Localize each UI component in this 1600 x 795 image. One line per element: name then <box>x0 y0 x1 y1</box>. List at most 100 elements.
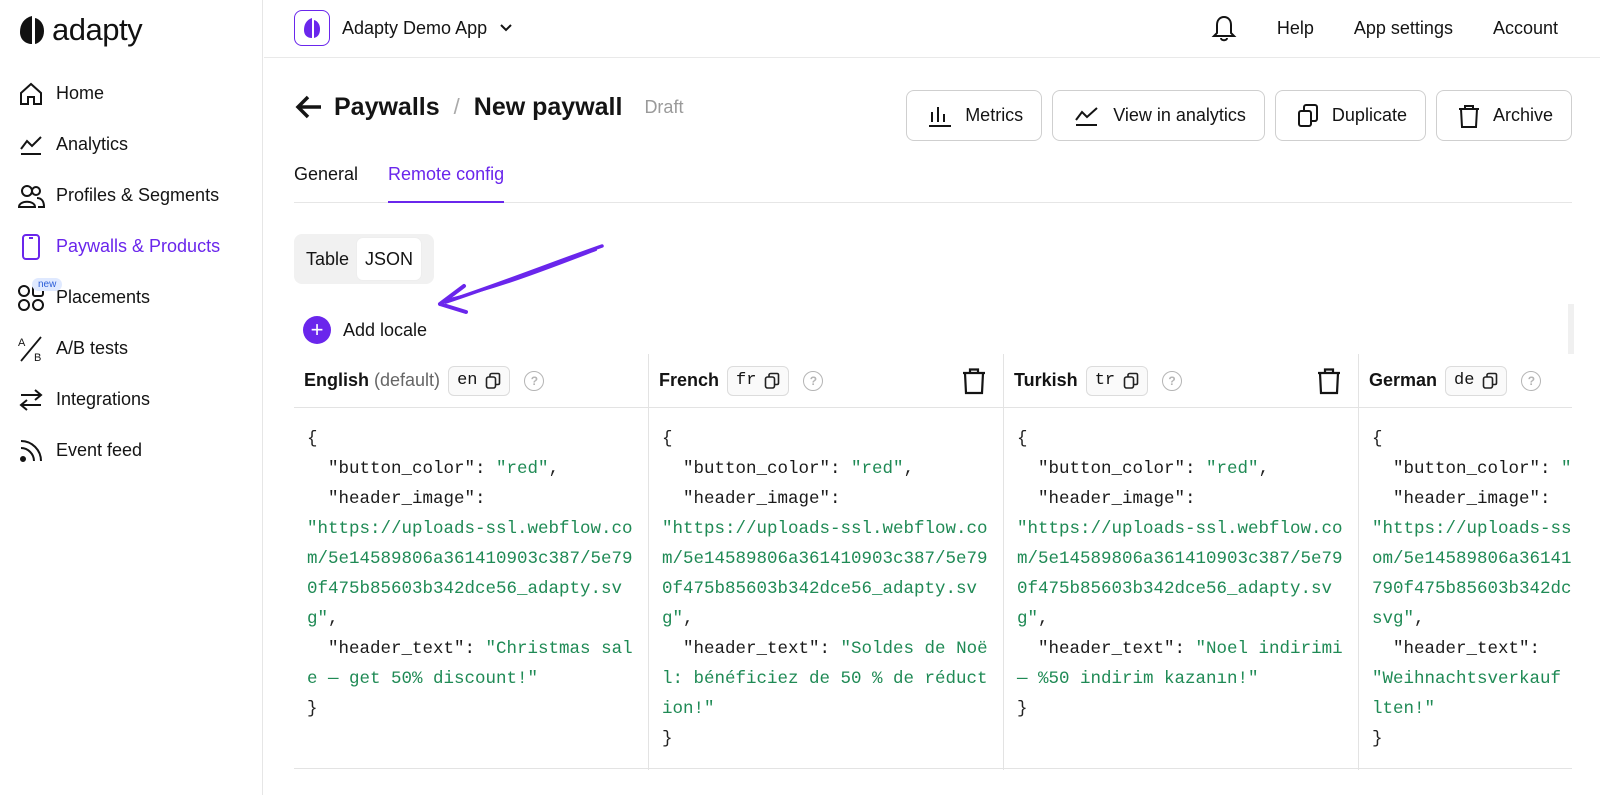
back-arrow-icon[interactable] <box>294 92 324 122</box>
ab-tests-icon: AB <box>16 334 46 364</box>
table-bottom-divider <box>294 768 1572 769</box>
sidebar-item-profiles[interactable]: Profiles & Segments <box>16 170 256 221</box>
sidebar-item-event-feed[interactable]: Event feed <box>16 425 256 476</box>
json-value: "https://uploads-ssl.webflow.com/5e14589… <box>307 519 633 629</box>
app-icon <box>294 10 330 46</box>
bar-chart-icon <box>929 106 952 127</box>
bell-icon[interactable] <box>1211 14 1237 42</box>
view-toggle: Table JSON <box>294 234 434 284</box>
locale-name: German <box>1369 370 1438 390</box>
locale-json-editor[interactable]: { "button_color": " "header_image": "htt… <box>1359 408 1572 754</box>
sidebar-item-label: Paywalls & Products <box>56 236 221 256</box>
metrics-button[interactable]: Metrics <box>906 90 1043 141</box>
sidebar-nav: Home Analytics Profiles & Segments Paywa… <box>16 68 256 476</box>
help-link[interactable]: Help <box>1277 18 1314 39</box>
json-line: } <box>307 699 318 719</box>
locale-code: tr <box>1094 371 1116 390</box>
sidebar-item-ab-tests[interactable]: AB A/B tests <box>16 323 256 374</box>
json-line: "header_text": <box>662 639 841 659</box>
profiles-icon <box>16 181 46 211</box>
tab-remote-config[interactable]: Remote config <box>388 160 505 203</box>
json-line: "header_text": <box>1017 639 1196 659</box>
analytics-icon <box>16 130 46 160</box>
sidebar-item-label: Analytics <box>56 134 129 154</box>
locale-column-tr: Turkish tr ? { "button_color": "red", "h… <box>1004 354 1359 770</box>
sidebar-item-placements[interactable]: new Placements <box>16 272 256 323</box>
json-line: "button_color": <box>1017 459 1207 479</box>
sidebar-item-label: A/B tests <box>56 338 129 358</box>
home-icon <box>16 79 46 109</box>
json-line: "header_image": <box>1372 489 1551 509</box>
locale-column-fr: French fr ? { "button_color": "red", "he… <box>649 354 1004 770</box>
json-line: "header_image": <box>1017 489 1196 509</box>
json-line: { <box>662 429 673 449</box>
view-in-analytics-button[interactable]: View in analytics <box>1052 90 1265 141</box>
locale-column-en: English (default) en ? { "button_color":… <box>294 354 649 770</box>
json-value: "Weihnachtsverkauf Rabatt erhalten!" <box>1372 669 1572 719</box>
json-value: "https://uploads-ssl.webflow.com/5e14589… <box>1017 519 1343 629</box>
help-icon[interactable]: ? <box>803 370 824 391</box>
sidebar-item-integrations[interactable]: Integrations <box>16 374 256 425</box>
tab-bar: General Remote config <box>294 160 1572 203</box>
locale-code: fr <box>736 371 757 390</box>
json-view-button[interactable]: JSON <box>357 238 422 280</box>
duplicate-button[interactable]: Duplicate <box>1274 90 1426 141</box>
json-value: " <box>1561 459 1572 479</box>
sidebar-item-label: Event feed <box>56 440 143 460</box>
delete-locale-trash-icon[interactable] <box>1316 367 1342 395</box>
tab-general[interactable]: General <box>294 160 358 203</box>
locale-name: English <box>304 370 370 390</box>
locale-code-copy[interactable]: tr <box>1085 365 1149 396</box>
horizontal-scroll-edge[interactable] <box>1568 304 1574 354</box>
annotation-arrow-icon <box>438 244 604 314</box>
trash-icon <box>1458 104 1479 128</box>
locale-code-copy[interactable]: de <box>1445 365 1508 396</box>
locale-code: en <box>457 371 478 390</box>
archive-button[interactable]: Archive <box>1435 90 1572 141</box>
help-icon[interactable]: ? <box>1521 370 1542 391</box>
json-line: } <box>1017 699 1028 719</box>
json-value: "red" <box>1206 459 1259 479</box>
json-value: "https://uploads-ssl.webflow.com/5e14589… <box>1372 519 1572 629</box>
chevron-down-icon <box>500 24 512 32</box>
sidebar-item-analytics[interactable]: Analytics <box>16 119 256 170</box>
sidebar-item-label: Integrations <box>56 389 151 409</box>
copy-icon <box>765 372 780 389</box>
json-line: { <box>1372 429 1383 449</box>
app-switcher[interactable]: Adapty Demo App <box>294 10 513 46</box>
account-link[interactable]: Account <box>1493 18 1558 39</box>
json-line: { <box>307 429 318 449</box>
help-icon[interactable]: ? <box>1162 370 1183 391</box>
sidebar-item-home[interactable]: Home <box>16 68 256 119</box>
sidebar: adapty Home Analytics Profiles & Segment… <box>0 0 263 795</box>
locale-column-de: German de ? { "button_color": " "header_… <box>1359 354 1572 770</box>
sidebar-item-label: Home <box>56 83 105 103</box>
help-icon[interactable]: ? <box>524 370 545 391</box>
phone-icon <box>16 232 46 262</box>
add-locale-button[interactable]: + Add locale <box>303 316 427 344</box>
locale-code: de <box>1454 371 1475 390</box>
delete-locale-trash-icon[interactable] <box>961 367 987 395</box>
locale-header: German de ? <box>1359 354 1572 408</box>
locale-json-editor[interactable]: { "button_color": "red", "header_image":… <box>649 408 1003 754</box>
rss-icon <box>16 436 46 466</box>
copy-icon <box>1297 103 1318 127</box>
locale-json-editor[interactable]: { "button_color": "red", "header_image":… <box>294 408 648 724</box>
locale-json-editor[interactable]: { "button_color": "red", "header_image":… <box>1004 408 1358 724</box>
analytics-icon <box>1075 106 1098 126</box>
copy-icon <box>1123 372 1139 389</box>
locale-header: French fr ? <box>649 354 1003 408</box>
adapty-logo[interactable]: adapty <box>18 12 143 48</box>
sidebar-item-label: Profiles & Segments <box>56 185 220 205</box>
locale-name: French <box>659 370 720 390</box>
page-title: New paywall <box>473 92 623 121</box>
locale-code-copy[interactable]: fr <box>727 365 790 396</box>
json-line: } <box>1372 729 1383 749</box>
json-line: "header_text": <box>307 639 486 659</box>
breadcrumb-paywalls[interactable]: Paywalls <box>334 93 440 122</box>
table-view-button[interactable]: Table <box>298 238 357 280</box>
locale-code-copy[interactable]: en <box>448 365 511 396</box>
sidebar-item-paywalls[interactable]: Paywalls & Products <box>16 221 256 272</box>
app-settings-link[interactable]: App settings <box>1354 18 1453 39</box>
locale-header: Turkish tr ? <box>1004 354 1358 408</box>
